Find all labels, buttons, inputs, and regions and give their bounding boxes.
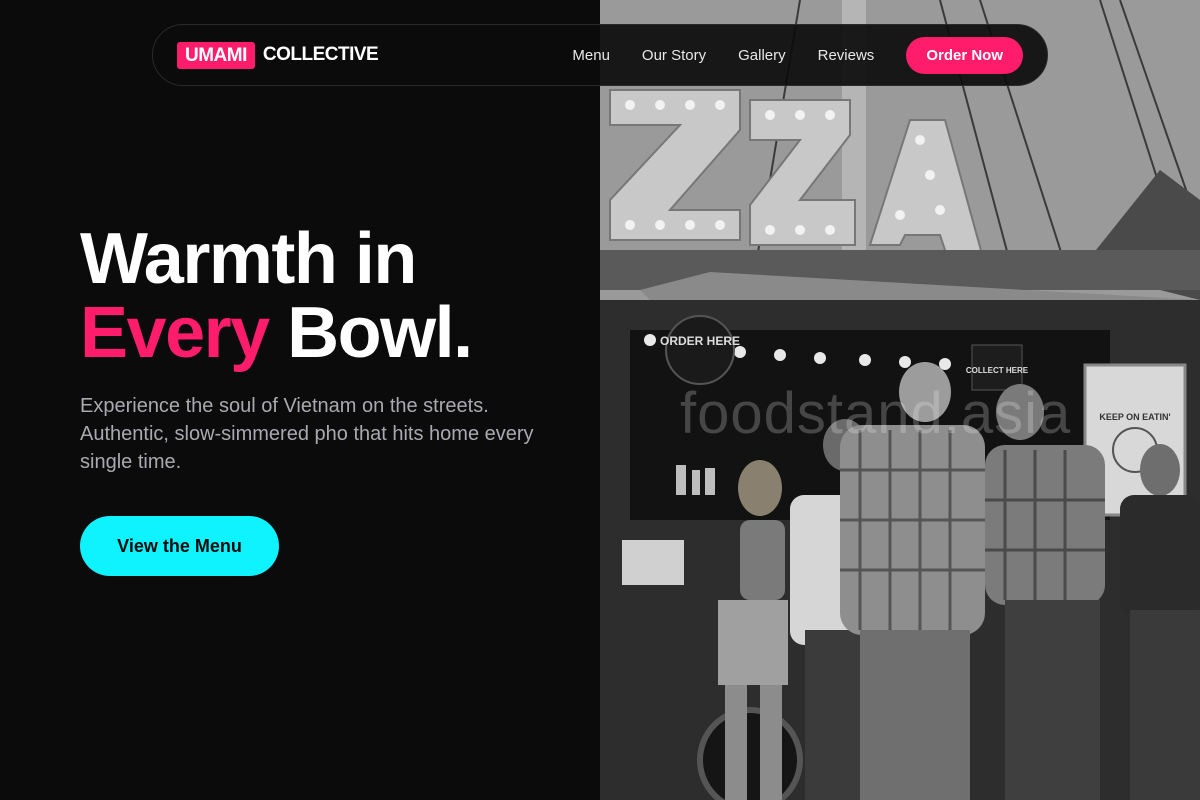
top-navigation: UMAMI COLLECTIVE Menu Our Story Gallery … xyxy=(152,24,1048,86)
collect-here-sign: COLLECT HERE xyxy=(966,366,1029,375)
watermark-text: foodstand.asia xyxy=(680,381,1072,446)
hero-title-accent: Every xyxy=(80,293,270,373)
brand-logo[interactable]: UMAMI COLLECTIVE xyxy=(177,41,379,69)
nav-link-menu[interactable]: Menu xyxy=(572,47,610,64)
logo-badge: UMAMI xyxy=(177,41,255,69)
hero-subtitle: Experience the soul of Vietnam on the st… xyxy=(80,395,534,473)
order-now-button[interactable]: Order Now xyxy=(906,36,1023,74)
hero-photo: ORDER HERE COLLECT HERE KEEP ON EATIN' f… xyxy=(600,0,1200,800)
hero-title-line1: Warmth in xyxy=(80,219,417,299)
nav-links: Menu Our Story Gallery Reviews Order Now xyxy=(572,36,1023,74)
hero-title: Warmth in Every Bowl. xyxy=(80,219,473,373)
poster-text: KEEP ON EATIN' xyxy=(1099,412,1170,422)
nav-link-gallery[interactable]: Gallery xyxy=(738,47,786,64)
logo-text: COLLECTIVE xyxy=(262,44,379,65)
order-here-sign: ORDER HERE xyxy=(660,334,740,348)
nav-link-our-story[interactable]: Our Story xyxy=(642,47,706,64)
nav-link-reviews[interactable]: Reviews xyxy=(818,47,875,64)
hero-title-rest: Bowl. xyxy=(268,293,473,373)
view-menu-button[interactable]: View the Menu xyxy=(80,516,279,576)
